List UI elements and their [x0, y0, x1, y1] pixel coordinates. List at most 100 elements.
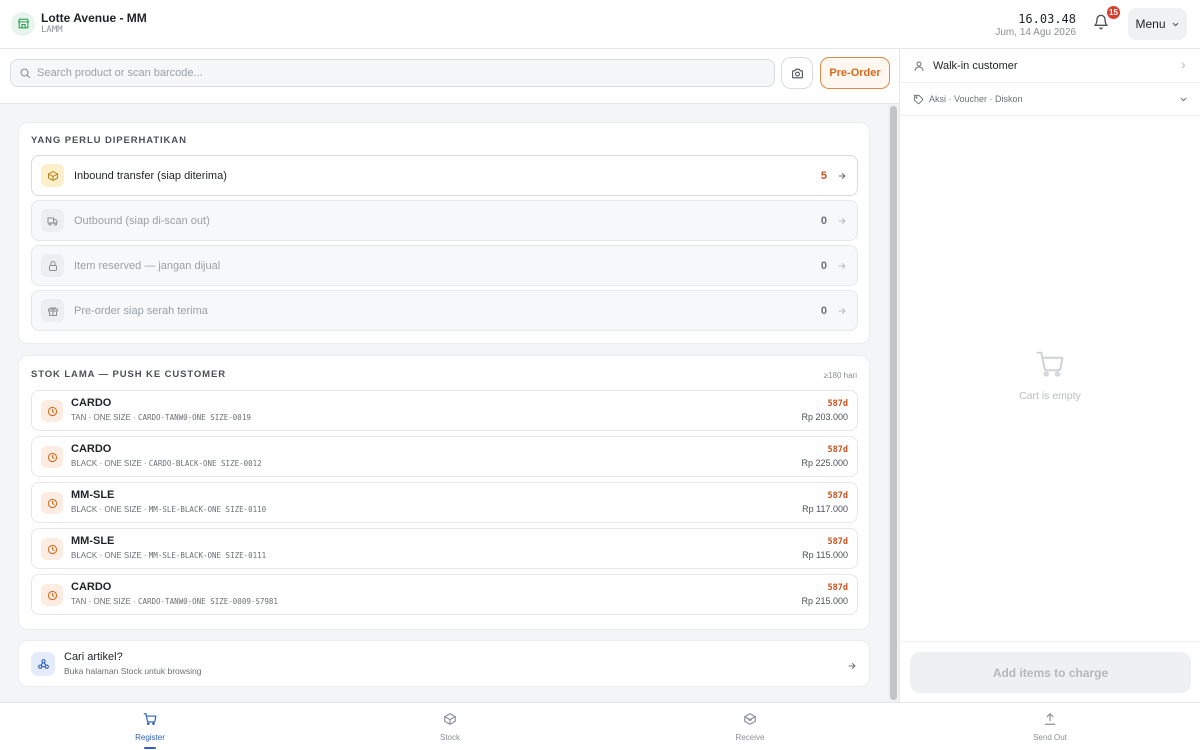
stock-variant: TAN · ONE SIZE ·: [71, 597, 138, 606]
notification-badge: 15: [1107, 6, 1120, 19]
attention-item-label: Outbound (siap di-scan out): [74, 214, 210, 227]
nav-label: Register: [135, 733, 165, 742]
attention-item-label: Item reserved — jangan dijual: [74, 259, 221, 272]
chevron-right-icon: [1181, 62, 1186, 69]
clock-icon: [41, 400, 63, 422]
old-stock-threshold: ≥180 hari: [823, 371, 857, 380]
store-icon: [11, 11, 35, 36]
stock-row[interactable]: MM-SLE BLACK · ONE SIZE · MM-SLE-BLACK-O…: [31, 528, 858, 569]
stock-variant: BLACK · ONE SIZE ·: [71, 505, 149, 514]
store-code: LAMM: [41, 25, 63, 35]
stock-price: Rp 115.000: [802, 550, 848, 560]
pre-order-button[interactable]: Pre-Order: [820, 57, 890, 89]
attention-item-reserved[interactable]: Item reserved — jangan dijual 0: [31, 245, 858, 286]
customer-selector[interactable]: Walk-in customer: [900, 49, 1200, 83]
stock-name: CARDO: [71, 397, 112, 409]
chevron-down-icon: [1172, 22, 1178, 26]
empty-cart-text: Cart is empty: [1019, 390, 1081, 402]
search-article-icon: [31, 652, 55, 676]
stock-name: CARDO: [71, 443, 112, 455]
stock-age: 587d: [827, 583, 848, 593]
stock-variant: BLACK · ONE SIZE ·: [71, 459, 149, 468]
user-icon: [914, 61, 924, 71]
arrow-right-icon: [837, 216, 847, 226]
upload-icon: [1044, 713, 1056, 725]
attention-item-count: 0: [820, 304, 827, 317]
stock-variant: TAN · ONE SIZE ·: [71, 413, 138, 422]
stock-row[interactable]: CARDO TAN · ONE SIZE · CARDO-TANW0-ONE S…: [31, 390, 858, 431]
attention-card: YANG PERLU DIPERHATIKAN Inbound transfer…: [18, 122, 870, 344]
charge-button[interactable]: Add items to charge: [910, 652, 1191, 693]
stock-price: Rp 215.000: [801, 596, 848, 606]
gift-icon: [41, 299, 64, 322]
top-header: Lotte Avenue - MM LAMM 16.03.48 Jum, 14 …: [0, 0, 1200, 49]
chevron-down-icon: [1180, 97, 1187, 101]
stock-meta: BLACK · ONE SIZE · CARDO-BLACK-ONE SIZE-…: [71, 459, 262, 468]
main-content: YANG PERLU DIPERHATIKAN Inbound transfer…: [0, 104, 899, 702]
menu-button[interactable]: Menu: [1128, 8, 1187, 40]
attention-item-count: 5: [820, 169, 827, 182]
clock-icon: [41, 538, 63, 560]
stock-row[interactable]: CARDO TAN · ONE SIZE · CARDO-TANW0-ONE S…: [31, 574, 858, 615]
cart-actions-toggle[interactable]: Aksi · Voucher · Diskon: [900, 83, 1200, 116]
camera-icon: [791, 68, 803, 78]
find-article-card[interactable]: Cari artikel? Buka halaman Stock untuk b…: [18, 640, 870, 687]
attention-item-preorder[interactable]: Pre-order siap serah terima 0: [31, 290, 858, 331]
clock-icon: [41, 492, 63, 514]
clock-date: Jum, 14 Agu 2026: [995, 27, 1076, 38]
nav-label: Send Out: [1033, 733, 1067, 742]
stock-age: 587d: [827, 399, 848, 409]
tag-icon: [913, 94, 924, 104]
cart-actions-label: Aksi · Voucher · Diskon: [929, 94, 1023, 104]
nav-receive[interactable]: Receive: [710, 712, 790, 742]
stock-age: 587d: [827, 537, 848, 547]
attention-item-inbound[interactable]: Inbound transfer (siap diterima) 5: [31, 155, 858, 196]
stock-row[interactable]: MM-SLE BLACK · ONE SIZE · MM-SLE-BLACK-O…: [31, 482, 858, 523]
camera-scan-button[interactable]: [781, 57, 813, 89]
search-input[interactable]: [37, 67, 737, 79]
attention-item-label: Pre-order siap serah terima: [74, 304, 208, 317]
nav-stock[interactable]: Stock: [410, 712, 490, 742]
stock-price: Rp 117.000: [802, 504, 848, 514]
nav-label: Stock: [439, 733, 460, 742]
receive-icon: [744, 713, 756, 725]
stock-name: MM-SLE: [71, 489, 115, 501]
stock-meta: TAN · ONE SIZE · CARDO-TANW0-ONE SIZE-00…: [71, 597, 278, 606]
attention-item-count: 0: [820, 259, 827, 272]
find-article-title: Cari artikel?: [64, 651, 123, 663]
nav-label: Receive: [735, 733, 765, 742]
cart-empty-icon: [1036, 351, 1064, 377]
find-article-subtitle: Buka halaman Stock untuk browsing: [64, 666, 202, 676]
charge-area: Add items to charge: [900, 641, 1200, 702]
stock-sku: CARDO-TANW0-ONE SIZE-0009-S7981: [137, 597, 278, 606]
arrow-right-icon: [847, 658, 857, 676]
stock-price: Rp 225.000: [801, 458, 848, 468]
menu-label: Menu: [1135, 17, 1166, 31]
arrow-right-icon: [837, 306, 847, 316]
stock-sku: CARDO-BLACK-ONE SIZE-0012: [148, 459, 262, 468]
nav-register[interactable]: Register: [110, 712, 190, 742]
clock: 16.03.48 Jum, 14 Agu 2026: [995, 12, 1076, 39]
search-bar: Pre-Order: [0, 49, 899, 104]
stock-meta: BLACK · ONE SIZE · MM-SLE-BLACK-ONE SIZE…: [71, 551, 266, 560]
arrow-right-icon: [837, 261, 847, 271]
main-scrollbar[interactable]: [888, 104, 899, 702]
store-name: Lotte Avenue - MM: [41, 11, 147, 25]
nav-send-out[interactable]: Send Out: [1010, 712, 1090, 742]
clock-icon: [41, 584, 63, 606]
stock-row[interactable]: CARDO BLACK · ONE SIZE · CARDO-BLACK-ONE…: [31, 436, 858, 477]
attention-item-outbound[interactable]: Outbound (siap di-scan out) 0: [31, 200, 858, 241]
stock-age: 587d: [827, 491, 848, 501]
box-icon: [444, 713, 456, 725]
search-box[interactable]: [10, 59, 775, 87]
clock-icon: [41, 446, 63, 468]
store-info: Lotte Avenue - MM LAMM: [11, 11, 147, 36]
empty-cart-state: Cart is empty: [900, 349, 1200, 402]
search-icon: [20, 68, 31, 79]
scrollbar-thumb[interactable]: [890, 106, 897, 700]
cart-panel: Walk-in customer Aksi · Voucher · Diskon…: [899, 49, 1200, 702]
customer-label: Walk-in customer: [933, 59, 1018, 72]
attention-item-count: 0: [820, 214, 827, 227]
lock-icon: [41, 254, 64, 277]
clock-time: 16.03.48: [1018, 12, 1076, 26]
